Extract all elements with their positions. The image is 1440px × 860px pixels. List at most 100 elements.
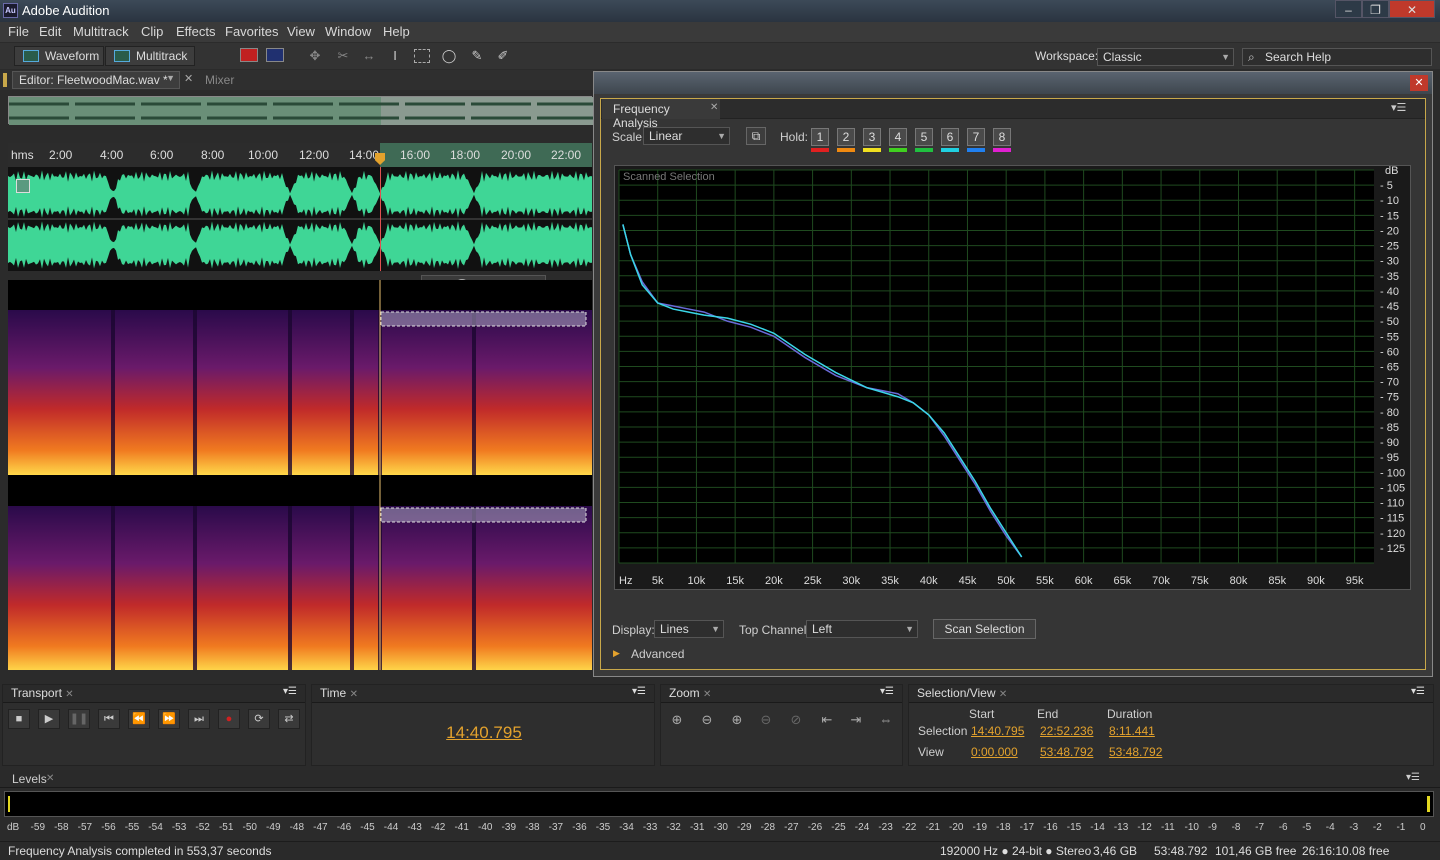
menu-file[interactable]: File xyxy=(8,24,29,39)
slip-tool-icon[interactable]: ↔ xyxy=(360,47,378,65)
fast-forward-button[interactable]: ⏩ xyxy=(158,709,180,729)
close-tab-icon[interactable]: ✕ xyxy=(184,72,193,85)
zoom-full-icon[interactable]: ⊘ xyxy=(785,712,807,730)
spot-healing-tool-icon[interactable]: ✐ xyxy=(494,47,512,65)
menu-help[interactable]: Help xyxy=(383,24,410,39)
selection-duration[interactable]: 8:11.441 xyxy=(1109,724,1155,738)
close-tab-icon[interactable]: ✕ xyxy=(710,102,718,113)
hold-button-3[interactable]: 3 xyxy=(863,128,881,146)
marquee-tool-icon[interactable] xyxy=(414,49,430,63)
zoom-in-left-icon[interactable]: ⇥ xyxy=(845,712,867,730)
minimize-button[interactable]: – xyxy=(1335,0,1362,18)
spectral-display-icon[interactable] xyxy=(240,48,258,62)
zoom-in-right-icon[interactable]: ⇔ xyxy=(875,712,897,730)
copy-graph-icon[interactable]: ⧉ xyxy=(746,127,766,145)
brush-tool-icon[interactable]: ✎ xyxy=(468,47,486,65)
hold-button-1[interactable]: 1 xyxy=(811,128,829,146)
hold-button-4[interactable]: 4 xyxy=(889,128,907,146)
maximize-button[interactable]: ❐ xyxy=(1362,0,1389,18)
panel-menu-icon[interactable]: ▾☰ xyxy=(880,686,894,697)
close-tab-icon[interactable]: ✕ xyxy=(350,689,358,700)
hold-button-6[interactable]: 6 xyxy=(941,128,959,146)
advanced-toggle[interactable]: Advanced xyxy=(631,647,684,661)
rewind-button[interactable]: ⏪ xyxy=(128,709,150,729)
menu-view[interactable]: View xyxy=(287,24,315,39)
scale-select[interactable]: Linear ▼ xyxy=(643,127,730,145)
levels-tick-label: -51 xyxy=(218,822,234,833)
waveform-display[interactable] xyxy=(8,167,592,271)
record-button[interactable]: ● xyxy=(218,709,240,729)
menu-favorites[interactable]: Favorites xyxy=(225,24,278,39)
hold-button-2[interactable]: 2 xyxy=(837,128,855,146)
play-button[interactable]: ▶ xyxy=(38,709,60,729)
close-tab-icon[interactable]: ✕ xyxy=(65,689,73,700)
skip-silence-button[interactable]: ⇄ xyxy=(278,709,300,729)
go-to-start-button[interactable]: ⏮ xyxy=(98,709,120,729)
panel-menu-icon[interactable]: ▾☰ xyxy=(1391,101,1406,114)
tab-mixer[interactable]: Mixer xyxy=(205,73,234,87)
chevron-down-icon[interactable]: ▼ xyxy=(166,73,175,83)
selection-end[interactable]: 22:52.236 xyxy=(1040,724,1093,738)
tab-frequency-analysis[interactable]: Frequency Analysis xyxy=(602,99,720,130)
tab-editor[interactable]: Editor: FleetwoodMac.wav * ▼ xyxy=(12,71,180,89)
hz-tick-label: Hz xyxy=(619,575,632,587)
close-button[interactable]: ✕ xyxy=(1389,0,1435,18)
view-duration[interactable]: 53:48.792 xyxy=(1109,745,1162,759)
razor-tool-icon[interactable]: ✂ xyxy=(334,47,352,65)
view-start[interactable]: 0:00.000 xyxy=(971,745,1018,759)
panel-menu-icon[interactable]: ▾☰ xyxy=(632,686,646,697)
zoom-out-amplitude-icon[interactable]: ⊖ xyxy=(696,712,718,730)
hold-color-bar xyxy=(993,148,1011,152)
frequency-graph[interactable]: - 5 - 10 - 15 - 20 - 25 - 30 - 35 - 40 - 45 - 50 -… xyxy=(614,165,1411,590)
spectral-selection-handle[interactable] xyxy=(380,311,587,327)
time-selection-tool-icon[interactable]: I xyxy=(386,47,404,65)
lasso-tool-icon[interactable]: ◯ xyxy=(440,47,458,65)
menu-edit[interactable]: Edit xyxy=(39,24,61,39)
hold-button-8[interactable]: 8 xyxy=(993,128,1011,146)
zoom-in-amplitude-icon[interactable]: ⊕ xyxy=(666,712,688,730)
time-display[interactable]: 14:40.795 xyxy=(312,723,656,743)
view-end[interactable]: 53:48.792 xyxy=(1040,745,1093,759)
zoom-out-time-icon[interactable]: ⊖ xyxy=(755,712,777,730)
spectral-selection-handle[interactable] xyxy=(380,507,587,523)
pause-button[interactable]: ❚❚ xyxy=(68,709,90,729)
panel-grip[interactable] xyxy=(3,73,7,87)
panel-menu-icon[interactable]: ▾☰ xyxy=(1406,772,1420,783)
zoom-selection-icon[interactable]: ⇤ xyxy=(816,712,838,730)
stop-button[interactable]: ■ xyxy=(8,709,30,729)
floating-titlebar[interactable] xyxy=(594,72,1432,94)
menu-multitrack[interactable]: Multitrack xyxy=(73,24,129,39)
menu-clip[interactable]: Clip xyxy=(141,24,163,39)
close-tab-icon[interactable]: ✕ xyxy=(703,689,711,700)
menu-effects[interactable]: Effects xyxy=(176,24,216,39)
hold-button-5[interactable]: 5 xyxy=(915,128,933,146)
expand-triangle-icon[interactable]: ▶ xyxy=(613,648,620,659)
waveform-button[interactable]: Waveform xyxy=(14,46,104,66)
spectrogram-channel xyxy=(8,506,592,671)
scan-selection-button[interactable]: Scan Selection xyxy=(933,619,1036,639)
multitrack-button[interactable]: Multitrack xyxy=(105,46,195,66)
hold-button-7[interactable]: 7 xyxy=(967,128,985,146)
menu-window[interactable]: Window xyxy=(325,24,371,39)
top-channel-select[interactable]: Left ▼ xyxy=(806,620,918,638)
spectral-pitch-icon[interactable] xyxy=(266,48,284,62)
move-tool-icon[interactable]: ✥ xyxy=(306,47,324,65)
go-to-end-button[interactable]: ⏭ xyxy=(188,709,210,729)
close-tab-icon[interactable]: ✕ xyxy=(46,773,54,784)
close-icon[interactable]: ✕ xyxy=(1410,75,1428,91)
panel-menu-icon[interactable]: ▾☰ xyxy=(283,686,297,697)
selection-start[interactable]: 14:40.795 xyxy=(971,724,1024,738)
panel-menu-icon[interactable]: ▾☰ xyxy=(1411,686,1425,697)
db-tick-label: - 40 xyxy=(1380,286,1399,298)
loop-button[interactable]: ⟳ xyxy=(248,709,270,729)
spectral-frequency-display[interactable] xyxy=(8,280,592,671)
search-help-input[interactable]: ⌕ Search Help xyxy=(1242,48,1432,66)
close-tab-icon[interactable]: ✕ xyxy=(999,689,1007,700)
zoom-in-time-icon[interactable]: ⊕ xyxy=(726,712,748,730)
display-select[interactable]: Lines ▼ xyxy=(654,620,724,638)
waveform-overview[interactable] xyxy=(8,96,593,125)
time-ruler[interactable]: hms 2:00 4:00 6:00 8:00 10:00 12:00 14:0… xyxy=(8,143,592,167)
levels-tick-label: -8 xyxy=(1231,822,1241,833)
workspace-select[interactable]: Classic ▼ xyxy=(1097,48,1234,66)
hud-toggle-icon[interactable] xyxy=(16,179,30,193)
